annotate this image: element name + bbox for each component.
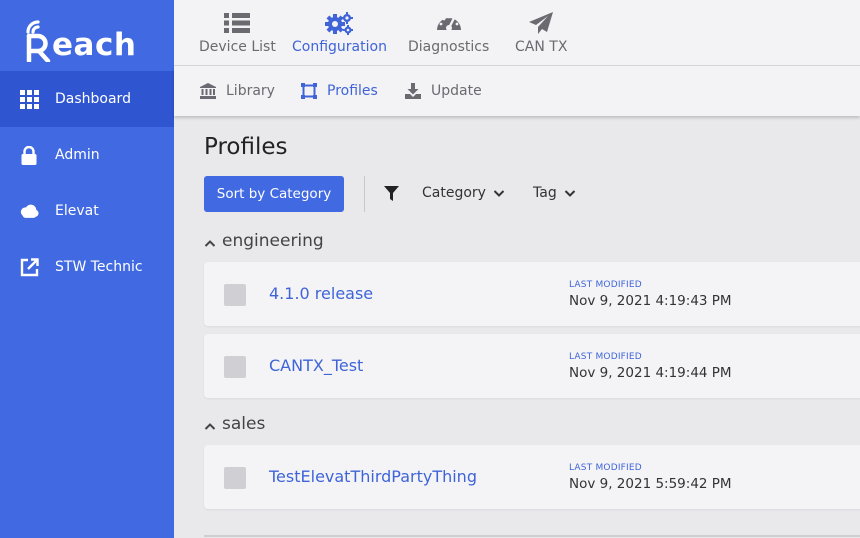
top-nav: Device List Configuration Diagnostics CA…	[174, 0, 860, 66]
paper-plane-icon	[526, 10, 556, 36]
last-modified-value: Nov 9, 2021 4:19:44 PM	[569, 365, 732, 381]
external-link-icon	[19, 257, 39, 277]
chevron-up-icon	[204, 235, 216, 247]
chevron-down-icon	[564, 187, 576, 199]
tab-profiles[interactable]: Profiles	[300, 82, 378, 100]
chevron-down-icon	[493, 187, 505, 199]
sidebar: each Dashboard Admin Elevat STW Technic	[0, 0, 174, 538]
tab-update[interactable]: Update	[404, 82, 482, 100]
tab-label: Update	[431, 83, 482, 99]
sidebar-nav: Dashboard Admin Elevat STW Technic	[0, 71, 174, 295]
sidebar-item-dashboard[interactable]: Dashboard	[0, 71, 174, 127]
sort-by-category-button[interactable]: Sort by Category	[204, 176, 344, 212]
filter-icon[interactable]	[384, 186, 400, 202]
row-checkbox[interactable]	[224, 284, 246, 306]
tab-library[interactable]: Library	[199, 82, 275, 100]
signal-r-logo-icon	[24, 18, 54, 64]
reach-logo[interactable]: each	[24, 14, 137, 64]
list-item: CANTX_Test LAST MODIFIED Nov 9, 2021 4:1…	[204, 334, 860, 398]
sub-nav: Library Profiles Update	[174, 66, 860, 116]
profile-frame-icon	[300, 82, 318, 100]
dropdown-label: Category	[422, 185, 486, 201]
tab-label: Library	[226, 83, 275, 99]
dropdown-label: Tag	[533, 185, 557, 201]
last-modified-label: LAST MODIFIED	[569, 352, 642, 362]
lock-icon	[19, 145, 39, 165]
tab-configuration[interactable]: Configuration	[292, 10, 387, 55]
group-header-sales[interactable]: sales	[204, 414, 265, 434]
sidebar-item-label: Elevat	[55, 203, 99, 219]
sidebar-item-admin[interactable]: Admin	[0, 127, 174, 183]
list-item: TestElevatThirdPartyThing LAST MODIFIED …	[204, 445, 860, 509]
tab-label: Profiles	[327, 83, 378, 99]
gears-icon	[324, 10, 354, 36]
sidebar-item-stw-technic[interactable]: STW Technic	[0, 239, 174, 295]
group-name: sales	[222, 414, 266, 434]
logo-wordmark: each	[52, 27, 137, 63]
last-modified-value: Nov 9, 2021 4:19:43 PM	[569, 293, 732, 309]
tab-label: Diagnostics	[408, 39, 490, 55]
page-title: Profiles	[204, 134, 288, 160]
category-dropdown[interactable]: Category	[422, 185, 505, 201]
tab-device-list[interactable]: Device List	[199, 10, 276, 55]
tab-label: Device List	[199, 39, 276, 55]
sidebar-item-label: STW Technic	[55, 259, 143, 275]
tab-label: CAN TX	[515, 39, 568, 55]
grid-icon	[19, 89, 39, 109]
last-modified-value: Nov 9, 2021 5:59:42 PM	[569, 476, 732, 492]
tab-can-tx[interactable]: CAN TX	[515, 10, 567, 55]
tag-dropdown[interactable]: Tag	[533, 185, 576, 201]
profile-name-link[interactable]: 4.1.0 release	[269, 284, 373, 303]
tab-diagnostics[interactable]: Diagnostics	[408, 10, 489, 55]
gauge-icon	[434, 10, 464, 36]
toolbar-divider	[364, 176, 365, 212]
row-checkbox[interactable]	[224, 467, 246, 489]
group-name: engineering	[222, 231, 324, 251]
row-checkbox[interactable]	[224, 356, 246, 378]
group-header-engineering[interactable]: engineering	[204, 231, 324, 251]
last-modified-label: LAST MODIFIED	[569, 280, 642, 290]
sidebar-item-elevat[interactable]: Elevat	[0, 183, 174, 239]
sidebar-item-label: Admin	[55, 147, 100, 163]
sidebar-item-label: Dashboard	[55, 91, 131, 107]
list-item: 4.1.0 release LAST MODIFIED Nov 9, 2021 …	[204, 262, 860, 326]
tab-label: Configuration	[292, 39, 387, 55]
last-modified-label: LAST MODIFIED	[569, 463, 642, 473]
profile-name-link[interactable]: CANTX_Test	[269, 356, 363, 375]
bank-icon	[199, 82, 217, 100]
divider	[204, 535, 860, 537]
list-icon	[222, 10, 252, 36]
download-icon	[404, 82, 422, 100]
chevron-up-icon	[204, 418, 216, 430]
cloud-icon	[19, 201, 39, 221]
profile-name-link[interactable]: TestElevatThirdPartyThing	[269, 467, 477, 486]
